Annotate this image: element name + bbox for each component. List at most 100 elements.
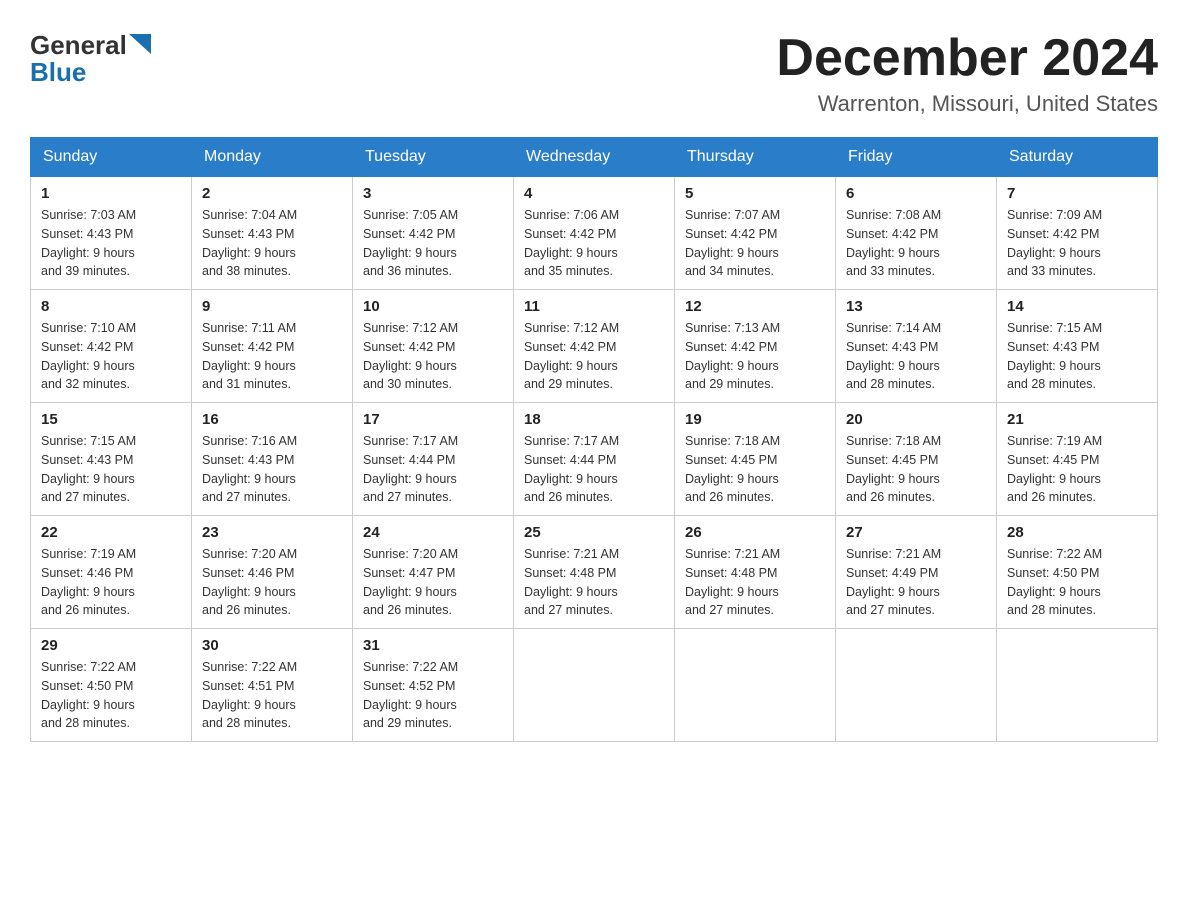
page-header: General Blue December 2024 Warrenton, Mi… bbox=[30, 30, 1158, 117]
day-info: Sunrise: 7:06 AMSunset: 4:42 PMDaylight:… bbox=[524, 206, 664, 281]
day-info: Sunrise: 7:22 AMSunset: 4:50 PMDaylight:… bbox=[41, 658, 181, 733]
calendar-week-row: 29 Sunrise: 7:22 AMSunset: 4:50 PMDayligh… bbox=[31, 629, 1158, 742]
calendar-day-cell: 24Sunrise: 7:20 AMSunset: 4:47 PMDayligh… bbox=[353, 516, 514, 629]
day-info: Sunrise: 7:14 AMSunset: 4:43 PMDaylight:… bbox=[846, 319, 986, 394]
day-number: 27 bbox=[846, 524, 986, 541]
day-info: Sunrise: 7:05 AMSunset: 4:42 PMDaylight:… bbox=[363, 206, 503, 281]
day-info: Sunrise: 7:12 AMSunset: 4:42 PMDaylight:… bbox=[524, 319, 664, 394]
day-info: Sunrise: 7:15 AMSunset: 4:43 PMDaylight:… bbox=[1007, 319, 1147, 394]
day-number: 8 bbox=[41, 298, 181, 315]
day-info: Sunrise: 7:03 AMSunset: 4:43 PMDaylight:… bbox=[41, 206, 181, 281]
day-number: 30 bbox=[202, 637, 342, 654]
calendar-day-cell: 6 Sunrise: 7:08 AMSunset: 4:42 PMDaylight… bbox=[836, 177, 997, 290]
calendar-day-cell: 9 Sunrise: 7:11 AMSunset: 4:42 PMDaylight… bbox=[192, 290, 353, 403]
calendar-day-cell: 19Sunrise: 7:18 AMSunset: 4:45 PMDayligh… bbox=[675, 403, 836, 516]
weekday-header-friday: Friday bbox=[836, 138, 997, 177]
weekday-header-thursday: Thursday bbox=[675, 138, 836, 177]
calendar-week-row: 22Sunrise: 7:19 AMSunset: 4:46 PMDayligh… bbox=[31, 516, 1158, 629]
day-info: Sunrise: 7:11 AMSunset: 4:42 PMDaylight:… bbox=[202, 319, 342, 394]
calendar-day-cell: 12 Sunrise: 7:13 AMSunset: 4:42 PMDayligh… bbox=[675, 290, 836, 403]
day-info: Sunrise: 7:21 AMSunset: 4:49 PMDaylight:… bbox=[846, 545, 986, 620]
day-number: 21 bbox=[1007, 411, 1147, 428]
month-title: December 2024 bbox=[776, 30, 1158, 87]
day-number: 20 bbox=[846, 411, 986, 428]
day-info: Sunrise: 7:19 AMSunset: 4:46 PMDaylight:… bbox=[41, 545, 181, 620]
day-number: 17 bbox=[363, 411, 503, 428]
calendar-day-cell: 5 Sunrise: 7:07 AMSunset: 4:42 PMDaylight… bbox=[675, 177, 836, 290]
day-info: Sunrise: 7:08 AMSunset: 4:42 PMDaylight:… bbox=[846, 206, 986, 281]
calendar-day-cell: 30 Sunrise: 7:22 AMSunset: 4:51 PMDayligh… bbox=[192, 629, 353, 742]
calendar-day-cell bbox=[997, 629, 1158, 742]
day-number: 12 bbox=[685, 298, 825, 315]
calendar-table: SundayMondayTuesdayWednesdayThursdayFrid… bbox=[30, 137, 1158, 742]
title-section: December 2024 Warrenton, Missouri, Unite… bbox=[776, 30, 1158, 117]
day-info: Sunrise: 7:12 AMSunset: 4:42 PMDaylight:… bbox=[363, 319, 503, 394]
weekday-header-saturday: Saturday bbox=[997, 138, 1158, 177]
calendar-day-cell: 4Sunrise: 7:06 AMSunset: 4:42 PMDaylight… bbox=[514, 177, 675, 290]
day-number: 18 bbox=[524, 411, 664, 428]
calendar-week-row: 1 Sunrise: 7:03 AMSunset: 4:43 PMDaylight… bbox=[31, 177, 1158, 290]
day-info: Sunrise: 7:18 AMSunset: 4:45 PMDaylight:… bbox=[846, 432, 986, 507]
logo-blue: Blue bbox=[30, 57, 86, 88]
day-info: Sunrise: 7:13 AMSunset: 4:42 PMDaylight:… bbox=[685, 319, 825, 394]
weekday-header-wednesday: Wednesday bbox=[514, 138, 675, 177]
day-number: 9 bbox=[202, 298, 342, 315]
day-number: 19 bbox=[685, 411, 825, 428]
day-info: Sunrise: 7:20 AMSunset: 4:46 PMDaylight:… bbox=[202, 545, 342, 620]
calendar-day-cell: 1 Sunrise: 7:03 AMSunset: 4:43 PMDaylight… bbox=[31, 177, 192, 290]
day-info: Sunrise: 7:04 AMSunset: 4:43 PMDaylight:… bbox=[202, 206, 342, 281]
day-info: Sunrise: 7:22 AMSunset: 4:52 PMDaylight:… bbox=[363, 658, 503, 733]
day-info: Sunrise: 7:17 AMSunset: 4:44 PMDaylight:… bbox=[524, 432, 664, 507]
day-info: Sunrise: 7:15 AMSunset: 4:43 PMDaylight:… bbox=[41, 432, 181, 507]
day-number: 26 bbox=[685, 524, 825, 541]
day-info: Sunrise: 7:07 AMSunset: 4:42 PMDaylight:… bbox=[685, 206, 825, 281]
weekday-header-sunday: Sunday bbox=[31, 138, 192, 177]
weekday-header-monday: Monday bbox=[192, 138, 353, 177]
calendar-day-cell: 25 Sunrise: 7:21 AMSunset: 4:48 PMDayligh… bbox=[514, 516, 675, 629]
calendar-day-cell bbox=[836, 629, 997, 742]
day-number: 28 bbox=[1007, 524, 1147, 541]
day-info: Sunrise: 7:17 AMSunset: 4:44 PMDaylight:… bbox=[363, 432, 503, 507]
day-info: Sunrise: 7:21 AMSunset: 4:48 PMDaylight:… bbox=[524, 545, 664, 620]
calendar-day-cell: 18 Sunrise: 7:17 AMSunset: 4:44 PMDayligh… bbox=[514, 403, 675, 516]
weekday-header-row: SundayMondayTuesdayWednesdayThursdayFrid… bbox=[31, 138, 1158, 177]
calendar-day-cell: 2Sunrise: 7:04 AMSunset: 4:43 PMDaylight… bbox=[192, 177, 353, 290]
day-number: 16 bbox=[202, 411, 342, 428]
calendar-day-cell: 21Sunrise: 7:19 AMSunset: 4:45 PMDayligh… bbox=[997, 403, 1158, 516]
day-number: 25 bbox=[524, 524, 664, 541]
day-number: 7 bbox=[1007, 185, 1147, 202]
day-number: 6 bbox=[846, 185, 986, 202]
weekday-header-tuesday: Tuesday bbox=[353, 138, 514, 177]
calendar-day-cell: 7Sunrise: 7:09 AMSunset: 4:42 PMDaylight… bbox=[997, 177, 1158, 290]
calendar-day-cell: 8 Sunrise: 7:10 AMSunset: 4:42 PMDaylight… bbox=[31, 290, 192, 403]
calendar-day-cell: 16 Sunrise: 7:16 AMSunset: 4:43 PMDayligh… bbox=[192, 403, 353, 516]
calendar-day-cell: 17 Sunrise: 7:17 AMSunset: 4:44 PMDayligh… bbox=[353, 403, 514, 516]
day-info: Sunrise: 7:22 AMSunset: 4:51 PMDaylight:… bbox=[202, 658, 342, 733]
calendar-day-cell: 11Sunrise: 7:12 AMSunset: 4:42 PMDayligh… bbox=[514, 290, 675, 403]
day-number: 23 bbox=[202, 524, 342, 541]
logo-triangle-icon bbox=[129, 34, 151, 54]
calendar-week-row: 15Sunrise: 7:15 AMSunset: 4:43 PMDayligh… bbox=[31, 403, 1158, 516]
day-number: 5 bbox=[685, 185, 825, 202]
day-number: 10 bbox=[363, 298, 503, 315]
day-info: Sunrise: 7:16 AMSunset: 4:43 PMDaylight:… bbox=[202, 432, 342, 507]
day-number: 29 bbox=[41, 637, 181, 654]
day-number: 13 bbox=[846, 298, 986, 315]
calendar-day-cell: 27 Sunrise: 7:21 AMSunset: 4:49 PMDayligh… bbox=[836, 516, 997, 629]
calendar-day-cell: 3Sunrise: 7:05 AMSunset: 4:42 PMDaylight… bbox=[353, 177, 514, 290]
location-title: Warrenton, Missouri, United States bbox=[776, 91, 1158, 117]
calendar-day-cell bbox=[675, 629, 836, 742]
calendar-day-cell: 31 Sunrise: 7:22 AMSunset: 4:52 PMDayligh… bbox=[353, 629, 514, 742]
day-info: Sunrise: 7:21 AMSunset: 4:48 PMDaylight:… bbox=[685, 545, 825, 620]
day-number: 14 bbox=[1007, 298, 1147, 315]
day-info: Sunrise: 7:22 AMSunset: 4:50 PMDaylight:… bbox=[1007, 545, 1147, 620]
day-number: 31 bbox=[363, 637, 503, 654]
logo: General Blue bbox=[30, 30, 151, 88]
calendar-day-cell: 26 Sunrise: 7:21 AMSunset: 4:48 PMDayligh… bbox=[675, 516, 836, 629]
calendar-day-cell: 10 Sunrise: 7:12 AMSunset: 4:42 PMDayligh… bbox=[353, 290, 514, 403]
day-info: Sunrise: 7:10 AMSunset: 4:42 PMDaylight:… bbox=[41, 319, 181, 394]
calendar-day-cell: 13 Sunrise: 7:14 AMSunset: 4:43 PMDayligh… bbox=[836, 290, 997, 403]
day-number: 1 bbox=[41, 185, 181, 202]
calendar-week-row: 8 Sunrise: 7:10 AMSunset: 4:42 PMDaylight… bbox=[31, 290, 1158, 403]
calendar-day-cell: 20 Sunrise: 7:18 AMSunset: 4:45 PMDayligh… bbox=[836, 403, 997, 516]
